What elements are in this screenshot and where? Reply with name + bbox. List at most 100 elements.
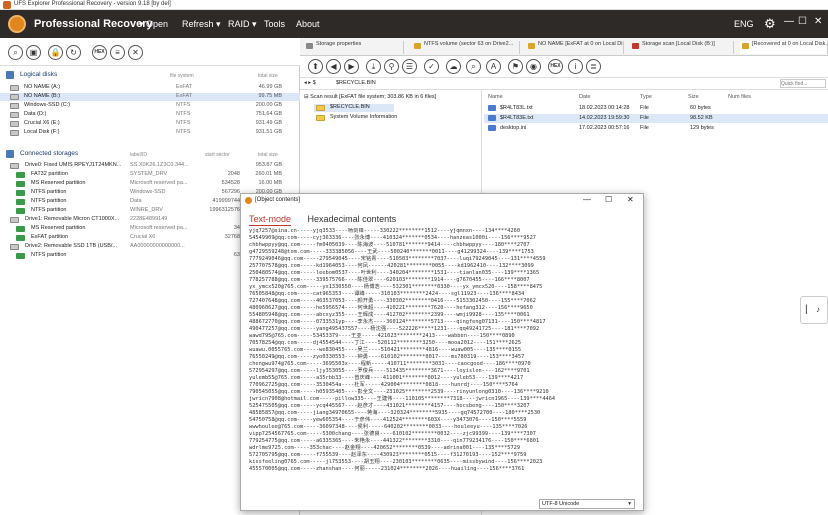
encoding-select[interactable]: UTF-8 Unicode ▾ [539, 499, 635, 509]
dialog-maximize-icon[interactable]: ☐ [605, 195, 612, 204]
col-name[interactable]: Name [488, 94, 503, 100]
tab-4[interactable]: [Recovered at 0 on Local Disk... [740, 41, 828, 54]
text-content-area[interactable]: yjq7257@sina.cn-----yjq3533----杨剑锋-----3… [249, 228, 633, 492]
pin-icon[interactable]: ▏ [806, 305, 812, 314]
close-storage-icon[interactable]: ✕ [128, 45, 143, 60]
tab-bar: Storage properties NTFS volume (sector 63… [300, 38, 828, 56]
side-panel-toggle[interactable]: ▏ ♪ [800, 296, 828, 324]
dialog-tabs: Text-mode Hexadecimal contents [249, 214, 397, 226]
storage-label: Microsoft reserved pa... [130, 225, 188, 231]
storage-name: NTFS partition [31, 198, 67, 204]
dialog-minimize-icon[interactable]: — [583, 195, 591, 204]
dialog-close-icon[interactable]: ✕ [627, 195, 634, 204]
info-icon[interactable]: i [568, 59, 583, 74]
language-selector[interactable]: ENG [734, 19, 754, 29]
menu-raid-label: RAID [228, 19, 250, 29]
path-nav-arrow[interactable]: ◂ ▸ $ [304, 80, 316, 86]
disk-name: NO NAME (A:) [24, 84, 61, 90]
search-icon[interactable]: ⌕ [8, 45, 23, 60]
text-line: 48585857@qq.com-----jiang34970655----蒋海-… [249, 410, 541, 416]
disk-name: Data (D:) [24, 111, 47, 117]
tab-0[interactable]: Storage properties [304, 41, 404, 54]
file-row[interactable]: $R4LT83L.txt 18.02.2023 00:14:28 File 60 by… [484, 104, 828, 113]
logical-disk-row[interactable]: Crucial X6 (E:) NTFS 931.49 GB [0, 120, 300, 128]
prev-icon[interactable]: ◀ [326, 59, 341, 74]
col-date[interactable]: Date [579, 94, 591, 100]
tree-root-label: Scan result [ExFAT file system; 303.86 K… [310, 94, 437, 100]
storage-partition-row[interactable]: FAT32 partition SYSTEM_DRV 2048 260.01 MB [0, 171, 300, 179]
save-icon[interactable]: ⤓ [366, 59, 381, 74]
storage-partition-row[interactable]: MS Reserved partition Microsoft reserved … [0, 180, 300, 188]
up-arrow-icon[interactable]: ⬆ [308, 59, 323, 74]
speaker-icon[interactable]: ♪ [816, 305, 820, 314]
brand-name: Professional Recovery [34, 18, 153, 30]
menu-raid[interactable]: RAID ▾ [228, 19, 257, 30]
storage-drive-row[interactable]: Drive0: Fixed UMIS RPEYJ1T24MKN... SS.X0K… [0, 162, 300, 170]
partition-icon [16, 226, 25, 232]
logical-disk-row[interactable]: NO NAME (A:) ExFAT 46.99 GB [0, 84, 300, 92]
tab-1[interactable]: NTFS volume (sector 63 on Drive2... [412, 41, 520, 54]
partition-icon [16, 172, 25, 178]
tab-2[interactable]: NO NAME [ExFAT at 0 on Local Di... [526, 41, 624, 54]
tree-item-system-volume[interactable]: System Volume Information [314, 114, 474, 122]
storage-name: NTFS partition [31, 189, 67, 195]
disk-name: Local Disk (F:) [24, 129, 60, 135]
menu-about-label: About [296, 19, 320, 29]
menu-open[interactable]: ▾ Open [139, 19, 168, 30]
close-icon[interactable]: ✕ [814, 16, 822, 27]
lock-icon[interactable]: 🔒 [48, 45, 63, 60]
menu-tools[interactable]: Tools [264, 19, 285, 29]
cloud-icon[interactable]: ☁ [446, 59, 461, 74]
mark-icon[interactable]: ✓ [424, 59, 439, 74]
col-size[interactable]: Size [688, 94, 699, 100]
preview-icon[interactable]: ◉ [526, 59, 541, 74]
tab-text-mode[interactable]: Text-mode [249, 214, 292, 226]
file-row[interactable]: $R4LT83E.txt 14.02.2023 19:59:30 File 98.52… [484, 114, 828, 123]
logical-disk-row[interactable]: Data (D:) NTFS 751.64 GB [0, 111, 300, 119]
tree-item-recycle[interactable]: $RECYCLE.BIN [314, 104, 394, 112]
logical-disk-row[interactable]: Local Disk (F:) NTFS 931.51 GB [0, 129, 300, 137]
logical-disk-row[interactable]: Windows-SSD (C:) NTFS 200.00 GB [0, 102, 300, 110]
disk-size: 931.49 GB [255, 120, 282, 126]
stamp-icon[interactable]: ⚑ [508, 59, 523, 74]
quick-find-input[interactable] [780, 79, 826, 88]
tab-hexadecimal[interactable]: Hexadecimal contents [308, 214, 397, 224]
properties-icon[interactable]: ≣ [586, 59, 601, 74]
search-files-icon[interactable]: ⌕ [466, 59, 481, 74]
logical-disk-row[interactable]: NO NAME (B:) ExFAT 99.75 MB [0, 93, 300, 101]
menu-refresh[interactable]: Refresh ▾ [182, 19, 221, 30]
hex-icon[interactable]: HEX [92, 45, 107, 60]
tab-3[interactable]: Storage scan [Local Disk (B:)] [630, 41, 734, 54]
gear-icon[interactable]: ⚙ [764, 16, 776, 32]
storage-label: Windows-SSD [130, 189, 166, 195]
partition-icon [16, 199, 25, 205]
list-icon[interactable]: ≡ [110, 45, 125, 60]
tab-label: NTFS volume (sector 63 on Drive2... [424, 41, 514, 47]
minimize-icon[interactable]: — [784, 16, 794, 27]
file-list-header: Name Date Type Size Num files [484, 93, 828, 102]
storage-label: Crucial X6 [130, 234, 156, 240]
menu-about[interactable]: About [296, 19, 320, 29]
filter-icon[interactable]: ⚲ [384, 59, 399, 74]
maximize-icon[interactable]: ☐ [798, 16, 807, 27]
text-line: 54549909@qq.com-----cyj363336----张永博----… [249, 235, 536, 241]
text-line: 572705795@qq.com-----f755539----赵泽东----4… [249, 452, 527, 458]
storage-start-sector: 32768 [224, 234, 240, 240]
folder-icon [316, 115, 325, 121]
tree-root[interactable]: ⊟ Scan result [ExFAT file system; 303.86… [304, 94, 436, 100]
file-name: $R4LT83L.txt [500, 105, 533, 111]
col-type[interactable]: Type [640, 94, 652, 100]
path-text[interactable]: $RECYCLE.BIN [336, 80, 376, 86]
hex-view-icon[interactable]: HEX [548, 59, 563, 74]
view-icon[interactable]: ☰ [402, 59, 417, 74]
logical-disks-title: Logical disks [20, 71, 58, 78]
case-icon[interactable]: A [486, 59, 501, 74]
file-row[interactable]: desktop.ini 17.02.2023 00:57:16 File 129 by… [484, 124, 828, 133]
refresh-icon[interactable]: ↻ [66, 45, 81, 60]
file-name: desktop.ini [500, 125, 527, 131]
floppy-icon[interactable]: ▣ [26, 45, 41, 60]
col-num-files[interactable]: Num files [728, 94, 751, 100]
next-icon[interactable]: ▶ [344, 59, 359, 74]
storage-label: AA00000000000000... [130, 243, 185, 249]
text-line: 779254775@qq.com-----a6335365----朱艳永----… [249, 438, 540, 444]
